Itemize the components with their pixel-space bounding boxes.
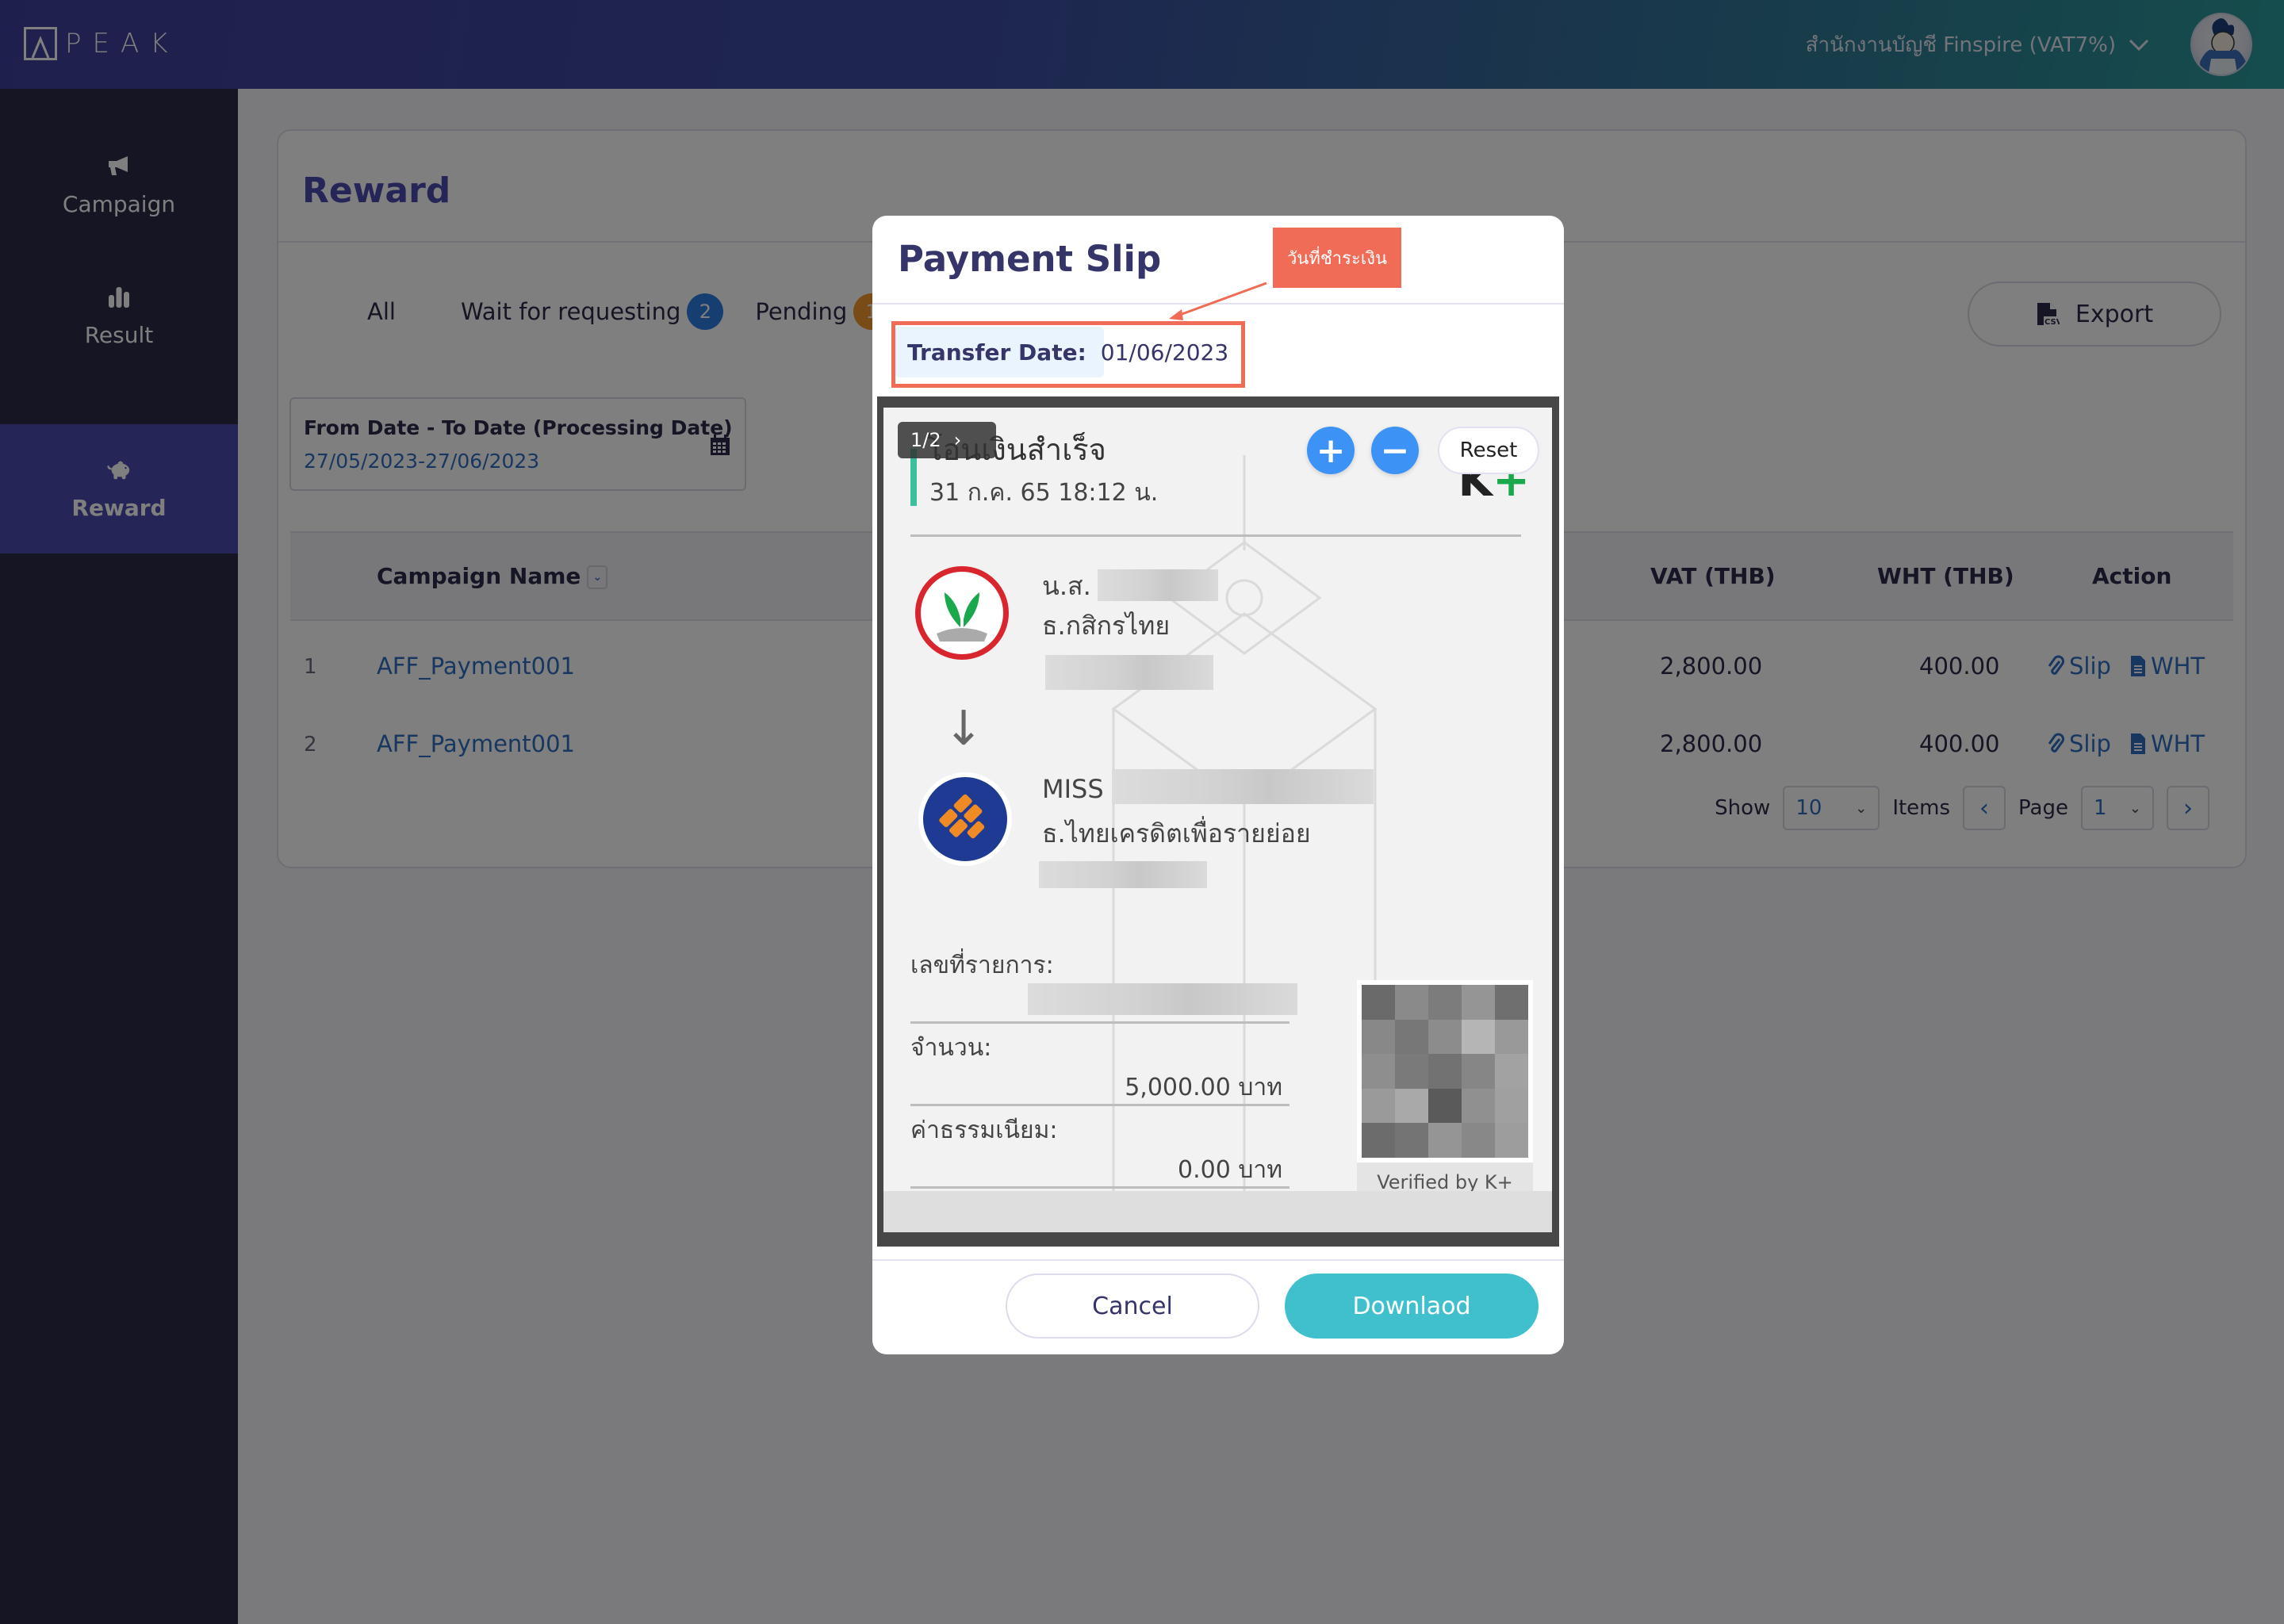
qr-pixel: [1462, 985, 1495, 1020]
qr-pixel: [1395, 1088, 1428, 1124]
qr-pixel: [1395, 1123, 1428, 1158]
qr-pixel: [1395, 1054, 1428, 1089]
modal-header-divider: [872, 303, 1564, 304]
modal-title: Payment Slip: [898, 238, 1162, 280]
qr-pixel: [1495, 985, 1528, 1020]
field-divider: [910, 1021, 1290, 1024]
amount-label: จำนวน:: [910, 1034, 992, 1062]
amount-value: 5,000.00 บาท: [1125, 1074, 1282, 1101]
qr-pixel: [1495, 1054, 1528, 1089]
annotation-callout: วันที่ชำระเงิน: [1273, 228, 1401, 288]
cancel-button[interactable]: Cancel: [1006, 1274, 1259, 1339]
redacted-qr-code: [1357, 980, 1533, 1162]
field-divider: [910, 1186, 1290, 1189]
reset-zoom-button[interactable]: Reset: [1438, 427, 1539, 474]
chevron-right-icon: ›: [953, 429, 962, 451]
tcrb-logo: [918, 772, 1012, 866]
qr-pixel: [1495, 1123, 1528, 1158]
receiver-bank: ธ.ไทยเครดิตเพื่อรายย่อย: [1042, 818, 1311, 848]
qr-pixel: [1362, 1019, 1395, 1055]
qr-pixel: [1362, 985, 1395, 1020]
qr-pixel: [1428, 1123, 1462, 1158]
qr-pixel: [1362, 1054, 1395, 1089]
page-indicator-text: 1/2: [910, 429, 941, 451]
modal-footer-divider: [872, 1259, 1564, 1261]
qr-pixel: [1428, 1019, 1462, 1055]
qr-pixel: [1395, 985, 1428, 1020]
plus-icon: +: [1316, 430, 1346, 471]
slip-datetime: 31 ก.ค. 65 18:12 น.: [929, 479, 1159, 507]
qr-pixel: [1462, 1054, 1495, 1089]
slip-image-viewer[interactable]: 1/2 › โอนเงินสำเร็จ 31 ก.ค. 65 18:12 น. …: [877, 396, 1559, 1247]
minus-icon: −: [1380, 430, 1410, 471]
fee-label: ค่าธรรมเนียม:: [910, 1116, 1058, 1144]
qr-pixel: [1428, 1088, 1462, 1124]
arrow-down-icon: ↓: [944, 701, 984, 756]
qr-pixel: [1362, 1123, 1395, 1158]
sender-bank: ธ.กสิกรไทย: [1042, 611, 1171, 641]
redacted-receiver-account: [1039, 861, 1207, 888]
reference-label: เลขที่รายการ:: [910, 952, 1054, 979]
slip-page-indicator[interactable]: 1/2 ›: [898, 422, 996, 458]
qr-pixel: [1462, 1088, 1495, 1124]
redacted-receiver-name: [1112, 769, 1374, 804]
sender-prefix: น.ส.: [1042, 571, 1091, 601]
qr-pixel: [1462, 1123, 1495, 1158]
field-divider: [910, 1104, 1290, 1106]
qr-pixel: [1495, 1088, 1528, 1124]
qr-pixel: [1462, 1019, 1495, 1055]
qr-pixel: [1428, 985, 1462, 1020]
qr-pixel: [1362, 1088, 1395, 1124]
slip-image: 1/2 › โอนเงินสำเร็จ 31 ก.ค. 65 18:12 น. …: [883, 408, 1552, 1232]
download-button[interactable]: Downlaod: [1285, 1274, 1539, 1339]
redacted-reference: [1028, 983, 1297, 1015]
fee-value: 0.00 บาท: [1178, 1156, 1282, 1184]
receiver-prefix: MISS: [1042, 774, 1104, 804]
qr-pixel: [1495, 1019, 1528, 1055]
redacted-sender-name: [1098, 569, 1218, 601]
slip-divider: [910, 534, 1521, 537]
kbank-logo: [915, 566, 1009, 660]
qr-pixel: [1428, 1054, 1462, 1089]
zoom-out-button[interactable]: −: [1371, 427, 1419, 474]
redacted-sender-account: [1045, 655, 1213, 690]
transfer-date-highlight: [891, 321, 1245, 388]
qr-pixel: [1395, 1019, 1428, 1055]
zoom-in-button[interactable]: +: [1307, 427, 1355, 474]
slip-footer: [883, 1191, 1552, 1232]
